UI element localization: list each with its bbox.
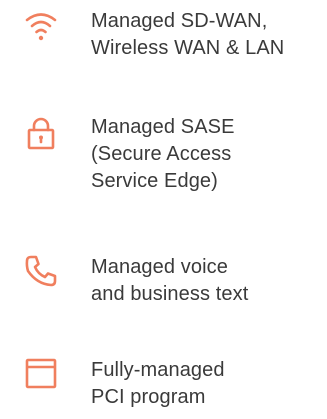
- feature-line: Managed SASE: [91, 116, 235, 138]
- feature-list: Managed SD-WAN, Wireless WAN & LAN Manag…: [0, 0, 327, 419]
- browser-window-icon: [24, 357, 58, 391]
- wifi-icon: [24, 12, 58, 46]
- feature-line: Service Edge): [91, 170, 218, 192]
- feature-text-sase: Managed SASE (Secure Access Service Edge…: [91, 114, 327, 195]
- feature-line: Managed voice: [91, 256, 228, 278]
- feature-text-pci: Fully-managed PCI program: [91, 357, 327, 411]
- feature-line: Wireless WAN & LAN: [91, 37, 285, 59]
- feature-line: PCI program: [91, 386, 206, 408]
- feature-line: Managed SD-WAN,: [91, 10, 268, 32]
- phone-icon: [24, 254, 58, 288]
- feature-line: Fully-managed: [91, 359, 225, 381]
- feature-line: (Secure Access: [91, 143, 232, 165]
- feature-text-sd-wan: Managed SD-WAN, Wireless WAN & LAN: [91, 8, 327, 62]
- feature-line: and business text: [91, 283, 249, 305]
- lock-icon: [24, 116, 58, 150]
- feature-text-voice: Managed voice and business text: [91, 254, 327, 308]
